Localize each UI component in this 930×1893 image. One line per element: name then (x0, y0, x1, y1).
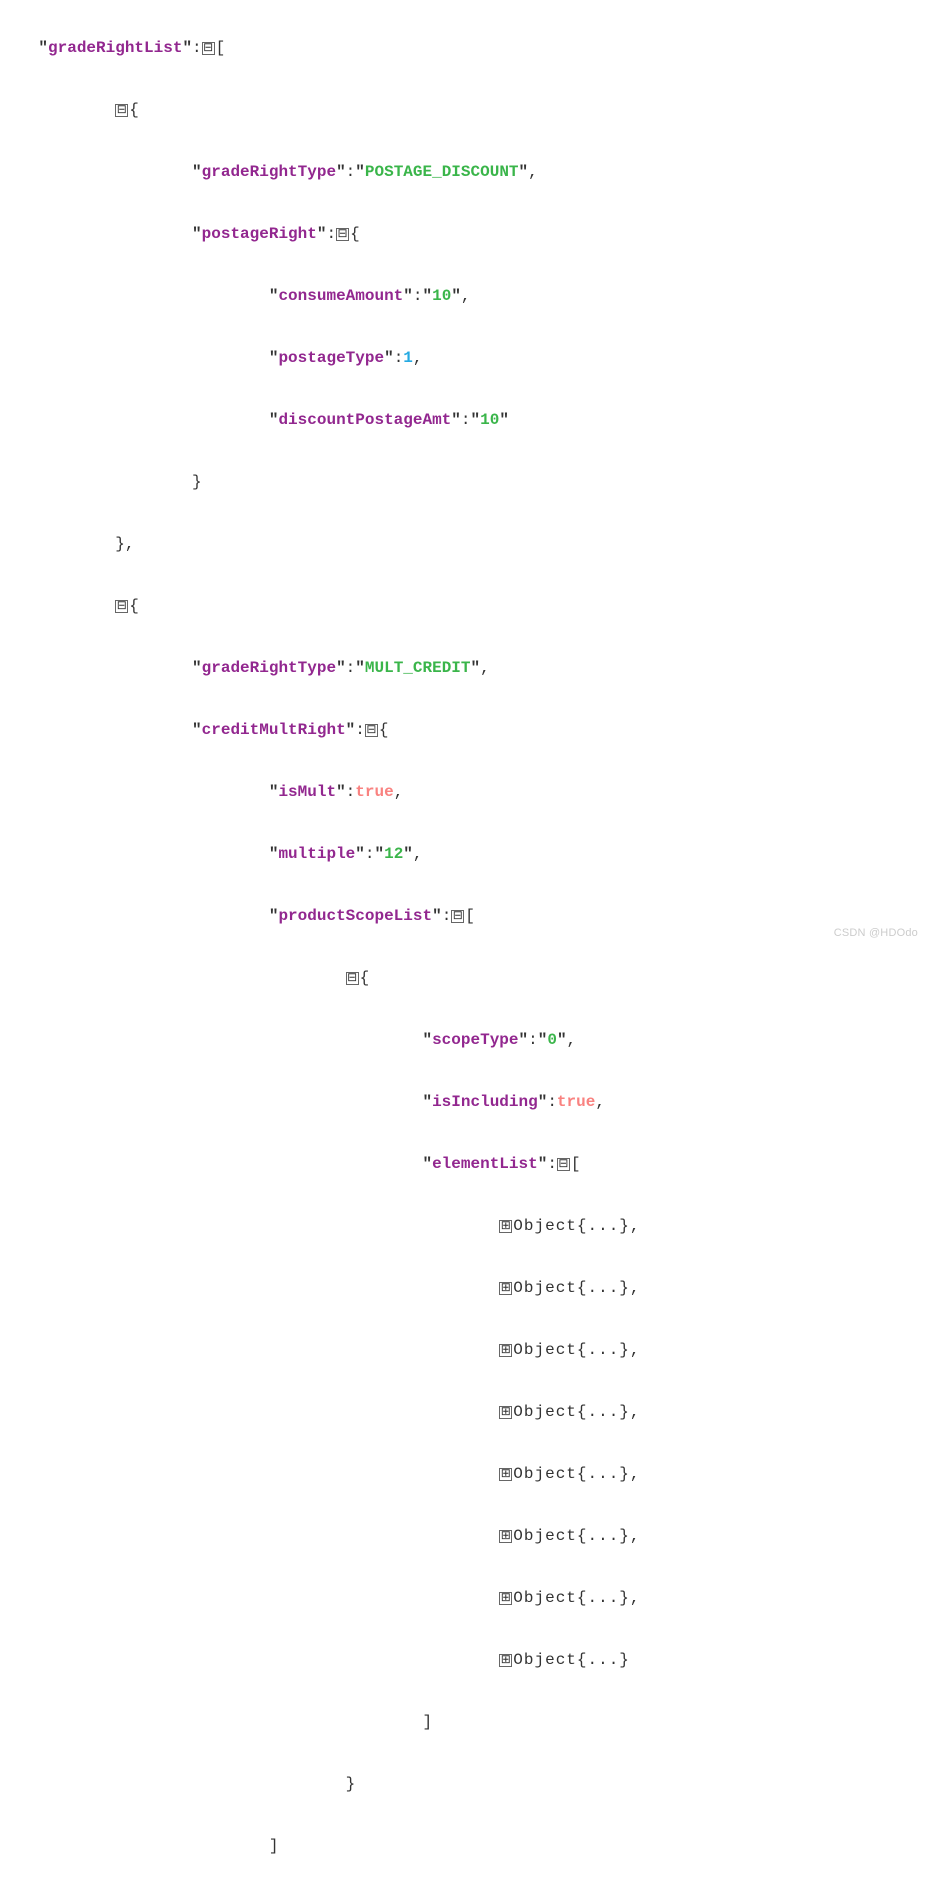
key-multiple: "multiple" (269, 845, 365, 863)
expand-icon[interactable]: ⊞ (499, 1344, 512, 1357)
val-postage-discount: "POSTAGE_DISCOUNT" (355, 163, 528, 181)
collapse-icon[interactable]: ⊟ (346, 972, 359, 985)
key-postageRight: "postageRight" (192, 225, 326, 243)
expand-icon[interactable]: ⊞ (499, 1406, 512, 1419)
collapsed-object[interactable]: Object{...} (513, 1403, 630, 1421)
watermark: CSDN @HDOdo (834, 918, 918, 949)
key-creditMultRight: "creditMultRight" (192, 721, 355, 739)
key-isMult: "isMult" (269, 783, 346, 801)
val-postageType: 1 (403, 349, 413, 367)
collapse-icon[interactable]: ⊟ (451, 910, 464, 923)
collapsed-object[interactable]: Object{...} (513, 1341, 630, 1359)
val-isIncluding: true (557, 1093, 595, 1111)
val-discountPostageAmt: "10" (471, 411, 509, 429)
key-consumeAmount: "consumeAmount" (269, 287, 413, 305)
collapsed-object[interactable]: Object{...} (513, 1651, 630, 1669)
key-discountPostageAmt: "discountPostageAmt" (269, 411, 461, 429)
val-multiple: "12" (374, 845, 412, 863)
json-viewer: "gradeRightList":⊟[ ⊟{ "gradeRightType":… (0, 0, 930, 1893)
key-postageType: "postageType" (269, 349, 394, 367)
expand-icon[interactable]: ⊞ (499, 1592, 512, 1605)
collapse-icon[interactable]: ⊟ (115, 600, 128, 613)
expand-icon[interactable]: ⊞ (499, 1530, 512, 1543)
collapse-icon[interactable]: ⊟ (202, 42, 215, 55)
expand-icon[interactable]: ⊞ (499, 1220, 512, 1233)
key-productScopeList: "productScopeList" (269, 907, 442, 925)
expand-icon[interactable]: ⊞ (499, 1468, 512, 1481)
key-gradeRightType: "gradeRightType" (192, 659, 346, 677)
key-scopeType: "scopeType" (422, 1031, 528, 1049)
collapse-icon[interactable]: ⊟ (115, 104, 128, 117)
val-mult-credit: "MULT_CREDIT" (355, 659, 480, 677)
collapse-icon[interactable]: ⊟ (336, 228, 349, 241)
val-isMult: true (355, 783, 393, 801)
key-gradeRightType: "gradeRightType" (192, 163, 346, 181)
collapsed-object[interactable]: Object{...} (513, 1527, 630, 1545)
collapsed-object[interactable]: Object{...} (513, 1279, 630, 1297)
val-scopeType: "0" (538, 1031, 567, 1049)
key-isIncluding: "isIncluding" (422, 1093, 547, 1111)
key-gradeRightList: "gradeRightList" (38, 39, 192, 57)
collapsed-object[interactable]: Object{...} (513, 1589, 630, 1607)
key-elementList: "elementList" (422, 1155, 547, 1173)
expand-icon[interactable]: ⊞ (499, 1282, 512, 1295)
collapsed-object[interactable]: Object{...} (513, 1217, 630, 1235)
collapse-icon[interactable]: ⊟ (557, 1158, 570, 1171)
val-consumeAmount: "10" (423, 287, 461, 305)
expand-icon[interactable]: ⊞ (499, 1654, 512, 1667)
collapse-icon[interactable]: ⊟ (365, 724, 378, 737)
collapsed-object[interactable]: Object{...} (513, 1465, 630, 1483)
